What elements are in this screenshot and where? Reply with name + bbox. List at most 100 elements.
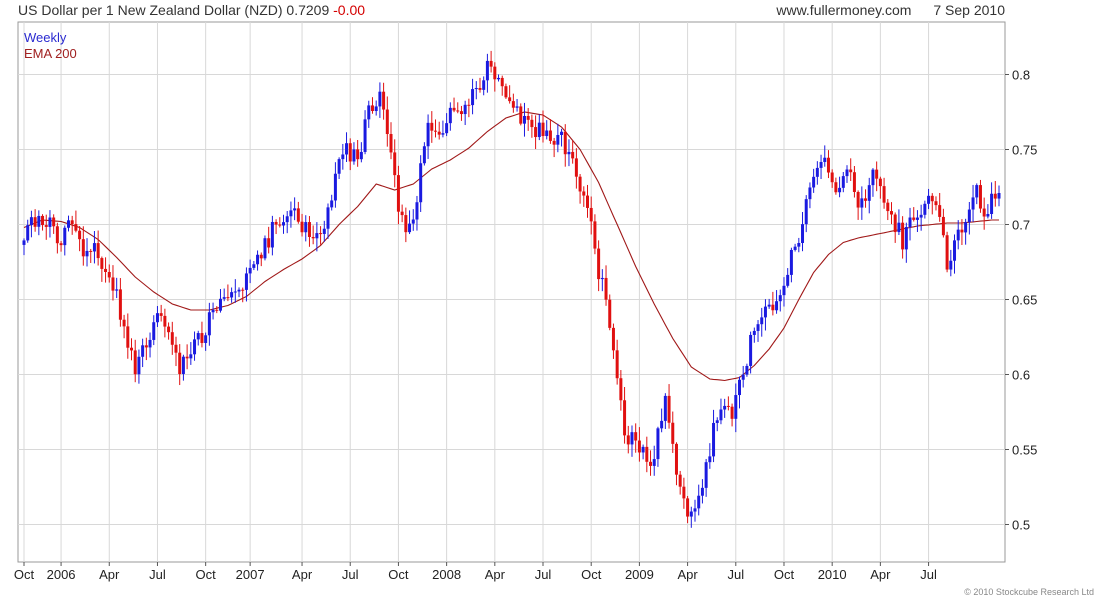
candle-body xyxy=(782,285,786,296)
candle-body xyxy=(81,239,85,257)
candle-body xyxy=(982,208,986,217)
candle-body xyxy=(600,277,604,280)
candle-body xyxy=(971,197,975,210)
x-tick-label: 2009 xyxy=(625,567,654,582)
x-tick-label: 2010 xyxy=(818,567,847,582)
candle-body xyxy=(990,193,994,215)
candle-body xyxy=(370,105,374,112)
candle-body xyxy=(723,405,727,410)
candle-body xyxy=(459,111,463,115)
candle-body xyxy=(74,224,78,231)
candle-body xyxy=(222,297,226,299)
candle-body xyxy=(230,292,234,298)
candle-body xyxy=(285,216,289,223)
y-tick-label: 0.7 xyxy=(1012,218,1030,233)
candle-body xyxy=(411,219,415,224)
candle-body xyxy=(471,89,475,106)
candle-body xyxy=(882,186,886,203)
candle-body xyxy=(300,221,304,233)
y-tick-label: 0.5 xyxy=(1012,518,1030,533)
candle-body xyxy=(118,289,122,320)
candle-body xyxy=(29,217,33,226)
candle-body xyxy=(48,217,52,227)
candle-body xyxy=(107,271,111,278)
candle-body xyxy=(978,185,982,209)
candle-body xyxy=(949,260,953,270)
candle-body xyxy=(85,250,89,257)
candle-body xyxy=(630,432,634,445)
candle-body xyxy=(934,201,938,206)
candle-body xyxy=(826,157,830,173)
candle-body xyxy=(155,313,159,323)
candle-body xyxy=(734,395,738,419)
candle-body xyxy=(482,80,486,90)
candle-body xyxy=(763,306,767,318)
plot-area xyxy=(17,21,1006,563)
candle-body xyxy=(956,229,960,241)
candle-body xyxy=(801,224,805,244)
candle-body xyxy=(597,248,601,280)
candle-body xyxy=(830,172,834,183)
candle-body xyxy=(986,214,990,217)
candle-body xyxy=(812,176,816,188)
candle-body xyxy=(352,149,356,162)
candle-body xyxy=(463,104,467,115)
candle-body xyxy=(341,154,345,160)
candle-body xyxy=(960,229,964,233)
copyright: © 2010 Stockcube Research Ltd xyxy=(964,587,1094,597)
candle-body xyxy=(78,230,82,240)
candle-body xyxy=(637,440,641,453)
candle-body xyxy=(378,91,382,107)
candle-body xyxy=(92,243,96,252)
candle-body xyxy=(615,350,619,379)
candle-body xyxy=(671,422,675,444)
candle-body xyxy=(256,254,260,265)
candle-body xyxy=(652,459,656,466)
candle-body xyxy=(641,446,645,453)
candle-body xyxy=(556,134,560,145)
candle-body xyxy=(337,159,341,174)
candle-body xyxy=(315,233,319,239)
candle-body xyxy=(819,161,823,168)
candle-body xyxy=(626,435,630,445)
candle-body xyxy=(104,268,108,272)
candle-body xyxy=(645,446,649,462)
candle-body xyxy=(775,301,779,311)
x-tick-label: Jul xyxy=(920,567,937,582)
candle-body xyxy=(400,211,404,216)
candle-body xyxy=(241,289,245,291)
candle-body xyxy=(560,131,564,135)
legend-weekly: Weekly xyxy=(24,30,67,45)
candle-body xyxy=(611,327,615,351)
candle-body xyxy=(608,299,612,328)
candle-body xyxy=(322,228,326,234)
candle-body xyxy=(697,495,701,509)
candle-body xyxy=(474,87,478,90)
candle-body xyxy=(270,221,274,248)
candle-body xyxy=(497,77,501,80)
candle-body xyxy=(778,295,782,302)
candle-body xyxy=(282,222,286,226)
candle-body xyxy=(571,151,575,159)
candle-body xyxy=(886,202,890,212)
candle-body xyxy=(500,77,504,87)
candle-body xyxy=(133,350,137,375)
candle-body xyxy=(534,127,538,138)
candle-body xyxy=(485,60,489,81)
candle-body xyxy=(663,395,667,421)
candle-body xyxy=(519,106,523,124)
candle-body xyxy=(578,176,582,192)
candle-body xyxy=(541,122,545,137)
candle-body xyxy=(938,205,942,217)
candle-body xyxy=(797,243,801,247)
candle-body xyxy=(267,238,271,248)
candle-body xyxy=(396,175,400,212)
x-tick-label: 2006 xyxy=(47,567,76,582)
candle-body xyxy=(181,356,185,374)
candle-body xyxy=(945,235,949,270)
candle-body xyxy=(426,122,430,147)
candle-body xyxy=(941,216,945,236)
candle-body xyxy=(437,131,441,135)
candle-body xyxy=(904,227,908,250)
candle-body xyxy=(719,409,723,421)
